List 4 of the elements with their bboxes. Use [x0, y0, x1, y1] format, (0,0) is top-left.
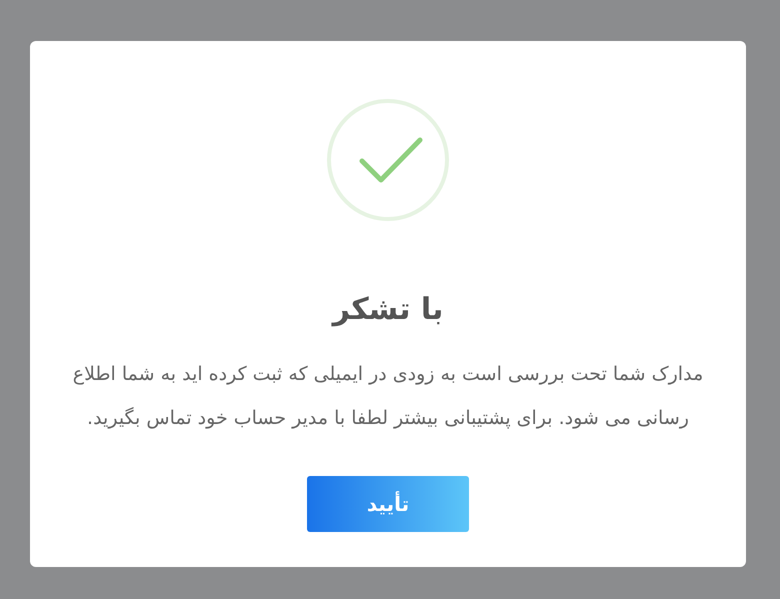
dialog-title: با تشکر	[332, 292, 444, 328]
confirm-button[interactable]: تأیید	[307, 476, 469, 532]
success-check-icon	[326, 98, 450, 222]
dialog-message: مدارک شما تحت بررسی است به زودی در ایمیلی که ثبت کرده اید به شما اطلاع رسانی می شود. برای پشتیبانی بیشتر لطفا با مدیر حساب خود تماس بگیرید.	[72, 362, 704, 431]
